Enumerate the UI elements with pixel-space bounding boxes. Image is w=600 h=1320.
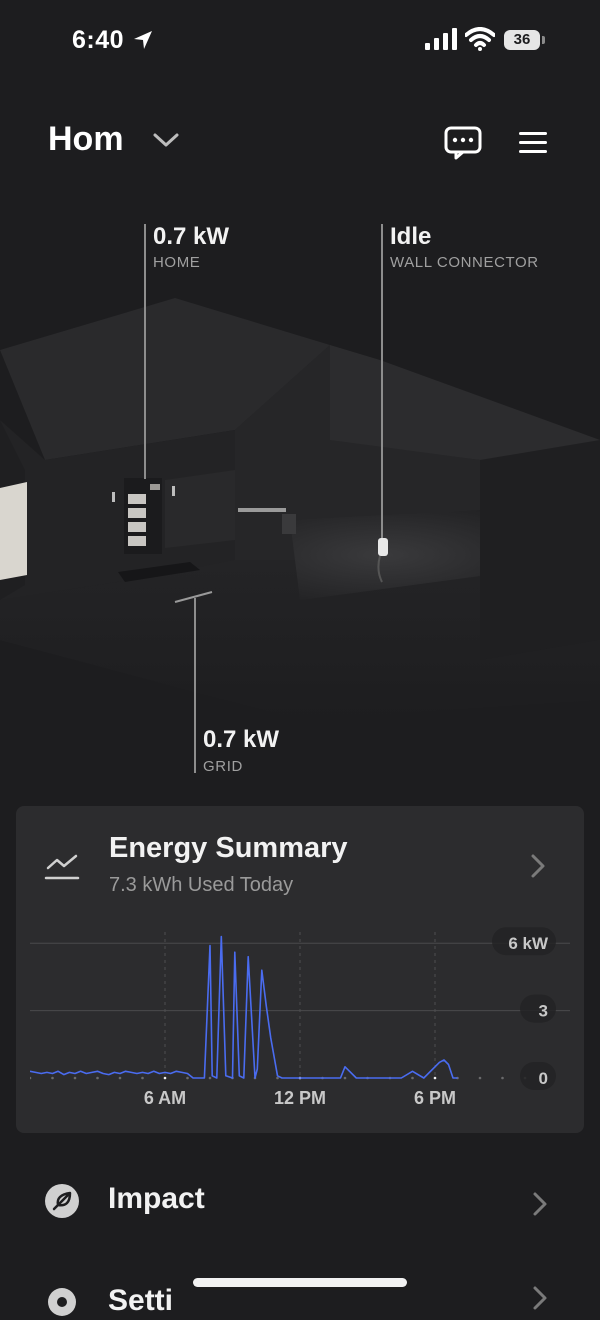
home-flow-line [144,224,146,479]
battery-nub [542,36,545,44]
wall-connector-flow-line [381,224,383,538]
battery-indicator: 36 [504,30,546,50]
chart-baseline-dot [208,1076,212,1080]
chart-baseline-dot [96,1076,99,1080]
chart-baseline-dot [501,1076,504,1080]
cellular-signal-icon [425,28,457,50]
chart-xtick-label: 12 PM [274,1088,326,1108]
status-time: 6:40 [72,26,125,54]
chart-ytick-label: 3 [539,1002,548,1021]
page-title[interactable]: Hom [48,120,124,159]
wall-connector-label: WALL CONNECTOR [390,254,539,271]
leaf-icon [45,1184,79,1218]
chart-xtick-label: 6 PM [414,1088,456,1108]
chart-baseline-dot [433,1076,437,1080]
chart-series-line-0 [30,935,458,1079]
chat-bubble-icon[interactable] [444,126,482,160]
home-power-label: HOME [153,254,201,271]
chart-baseline-dot [163,1076,167,1080]
chart-baseline-dot [411,1076,414,1080]
chart-baseline-dot [186,1076,189,1080]
trend-line-icon [44,854,80,880]
energy-summary-subtitle: 7.3 kWh Used Today [109,874,294,896]
wall-connector-status: Idle [390,223,432,250]
chart-baseline-dot [73,1076,77,1080]
chevron-right-icon[interactable] [530,1190,550,1218]
chart-baseline-dot [51,1076,54,1080]
hamburger-menu-icon[interactable] [516,128,550,158]
grid-power-value: 0.7 kW [203,726,280,753]
gear-icon [48,1288,76,1316]
grid-power-label: GRID [203,758,243,775]
wifi-icon [465,27,495,51]
chevron-right-icon[interactable] [530,1284,550,1312]
chart-baseline-dot [141,1076,144,1080]
battery-level: 36 [504,30,540,50]
chevron-right-icon[interactable] [528,852,548,880]
grid-flow-line [194,598,196,773]
home-indicator[interactable] [193,1278,407,1287]
chart-baseline-dot [478,1076,482,1080]
chart-baseline-dot [30,1076,32,1080]
chart-ytick-label: 0 [539,1069,548,1088]
settings-row-label[interactable]: Setti [108,1284,173,1318]
chart-ytick-label: 6 kW [508,934,549,953]
energy-summary-title: Energy Summary [109,832,348,864]
chart-baseline-dot [118,1076,122,1080]
home-power-value: 0.7 kW [153,223,230,250]
location-arrow-icon [134,31,152,49]
chevron-down-icon[interactable] [152,130,180,150]
house-illustration [0,298,600,720]
impact-row-label[interactable]: Impact [108,1182,205,1216]
chart-baseline-dot [343,1076,347,1080]
energy-usage-chart[interactable]: 6 kW 3 0 6 AM 12 PM 6 PM [30,920,570,1120]
chart-xtick-label: 6 AM [144,1088,186,1108]
